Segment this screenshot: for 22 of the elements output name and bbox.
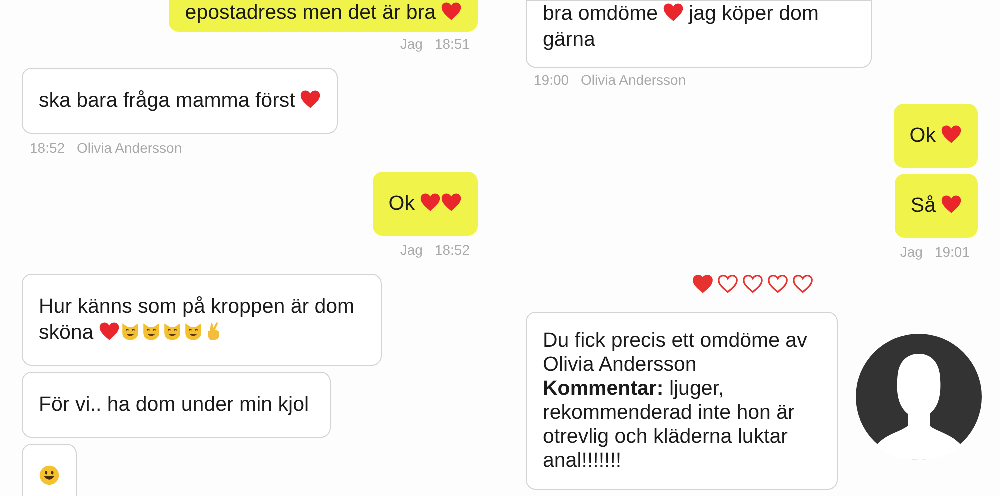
message-time: 18:52 [434,242,470,258]
sender-name: Jag [400,36,423,52]
sender-name: Jag [400,242,423,258]
sender-name: Olivia Andersson [581,72,686,88]
message-text: För vi.. ha dom under min kjol [39,392,310,418]
message-text: Så [910,193,936,219]
message-text: epostadress men det är bra [185,0,436,26]
review-text: Kommentar: ljuger, rekommenderad inte hon är otrevlig och kläderna luktar anal!!!!!!! [543,377,796,473]
sender-name: Olivia Andersson [77,140,182,156]
message-text: Ok [910,123,936,149]
message-time: 19:01 [934,244,970,260]
message-text: Ok [388,191,415,217]
message-time: 18:52 [30,140,66,156]
message-text: sköna [39,320,94,346]
message-time: 19:00 [534,72,570,88]
message-time: 18:51 [434,36,470,52]
sender-name: Jag [900,244,923,260]
message-text: gärna [543,27,596,53]
message-text: Hur känns som på kroppen är dom [39,294,355,320]
message-text: bra omdöme [543,1,658,27]
message-text: ska bara fråga mamma först [39,88,296,114]
message-text: jag köper dom [689,1,820,27]
